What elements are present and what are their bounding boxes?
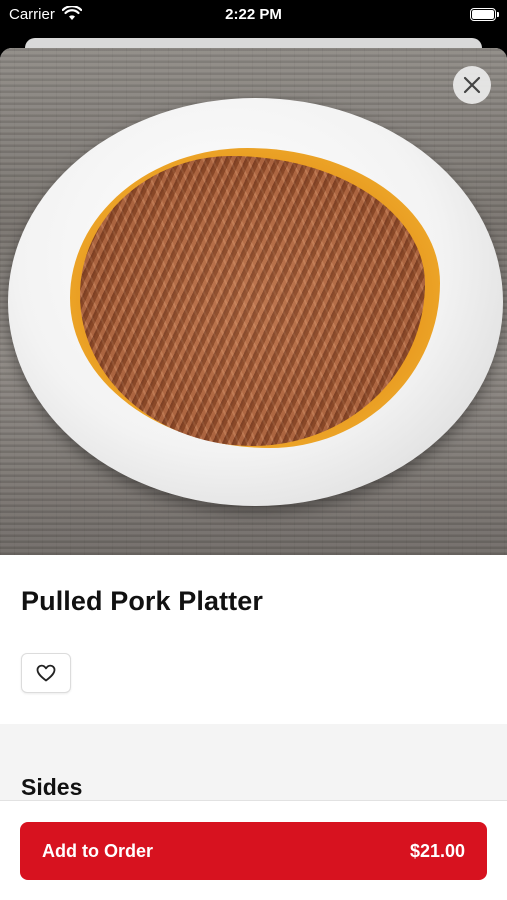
close-icon <box>463 76 481 94</box>
close-button[interactable] <box>453 66 491 104</box>
heart-icon <box>36 664 56 682</box>
battery-tip <box>497 12 499 17</box>
section-title-sides: Sides <box>21 774 83 800</box>
order-footer: Add to Order $21.00 <box>0 800 507 900</box>
add-to-order-button[interactable]: Add to Order $21.00 <box>20 822 487 880</box>
battery-icon <box>470 8 496 21</box>
item-photo <box>0 48 507 555</box>
status-time: 2:22 PM <box>225 6 282 23</box>
favorite-button[interactable] <box>21 653 71 693</box>
add-to-order-label: Add to Order <box>42 841 153 861</box>
item-title: Pulled Pork Platter <box>21 586 263 616</box>
status-bar: Carrier 2:22 PM <box>0 0 507 30</box>
item-detail-sheet: Pulled Pork Platter Sides Add to Order $… <box>0 48 507 900</box>
order-price: $21.00 <box>409 841 465 861</box>
